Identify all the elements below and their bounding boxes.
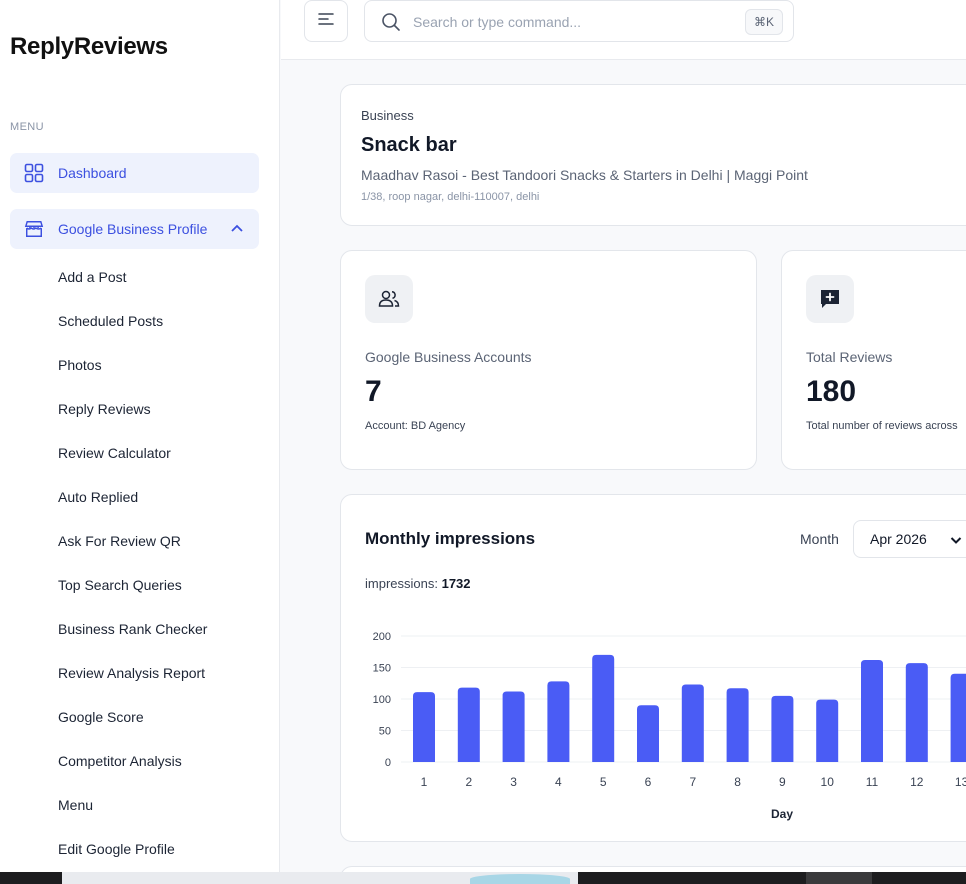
sidebar-subitem[interactable]: Business Rank Checker <box>58 612 207 656</box>
business-address: 1/38, roop nagar, delhi-110007, delhi <box>361 191 540 203</box>
y-tick-label: 50 <box>379 726 391 738</box>
business-label: Business <box>361 108 414 123</box>
business-title: Maadhav Rasoi - Best Tandoori Snacks & S… <box>361 167 808 183</box>
month-label: Month <box>800 531 839 547</box>
sidebar-subitem[interactable]: Edit Google Profile <box>58 832 207 876</box>
chevron-up-icon <box>229 221 245 240</box>
sidebar-subitem[interactable]: Review Calculator <box>58 436 207 480</box>
sidebar-subitem[interactable]: Scheduled Posts <box>58 304 207 348</box>
gbp-submenu: Add a Post Scheduled Posts Photos Reply … <box>58 260 207 876</box>
x-tick-label: 11 <box>866 775 879 789</box>
chevron-down-icon <box>949 533 963 550</box>
bar-day-7[interactable] <box>681 684 704 762</box>
bar-day-4[interactable] <box>547 681 570 762</box>
comment-plus-icon <box>806 275 854 323</box>
bar-day-5[interactable] <box>592 654 615 762</box>
y-tick-label: 200 <box>373 631 391 643</box>
chart-title: Monthly impressions <box>365 529 536 548</box>
menu-section-label: MENU <box>10 121 44 133</box>
x-tick-label: 9 <box>779 775 786 789</box>
bar-day-10[interactable] <box>816 699 839 762</box>
search-input[interactable] <box>413 11 733 33</box>
bar-day-3[interactable] <box>502 691 525 762</box>
bar-day-2[interactable] <box>457 687 480 762</box>
sidebar: ReplyReviews MENU Dashboard Google Busin… <box>0 0 280 872</box>
app-logo[interactable]: ReplyReviews <box>10 33 168 61</box>
y-tick-label: 150 <box>373 663 391 675</box>
shortcut-badge: ⌘K <box>745 9 783 35</box>
grid-icon <box>24 163 44 183</box>
x-tick-label: 7 <box>689 775 696 789</box>
accounts-value: 7 <box>365 375 382 408</box>
bar-day-11[interactable] <box>861 659 883 762</box>
accounts-label: Google Business Accounts <box>365 349 532 365</box>
top-bar: ⌘K <box>281 0 966 60</box>
search-icon <box>381 12 401 37</box>
x-tick-label: 10 <box>821 775 835 789</box>
store-icon <box>24 219 44 239</box>
y-tick-label: 0 <box>385 757 391 769</box>
x-tick-label: 4 <box>555 775 562 789</box>
sidebar-subitem[interactable]: Photos <box>58 348 207 392</box>
x-tick-label: 8 <box>734 775 741 789</box>
impressions-value: 1732 <box>441 576 471 591</box>
reviews-stat-card: Total Reviews 180 Total number of review… <box>781 250 966 470</box>
bar-day-6[interactable] <box>637 705 659 762</box>
monthly-impressions-card: 0 50 100 150 200 1 2 3 4 5 6 7 8 9 10 11 12 13 Day Monthly… <box>340 494 966 842</box>
taskbar-thumbnail <box>470 874 570 884</box>
sidebar-subitem[interactable]: Top Search Queries <box>58 568 207 612</box>
bar-day-8[interactable] <box>726 688 749 762</box>
reviews-label: Total Reviews <box>806 349 893 365</box>
sidebar-item-google-business-profile[interactable]: Google Business Profile <box>10 209 259 249</box>
sidebar-item-dashboard[interactable]: Dashboard <box>10 153 259 193</box>
menu-icon <box>317 12 335 31</box>
users-icon <box>365 275 413 323</box>
sidebar-subitem[interactable]: Google Score <box>58 700 207 744</box>
x-tick-label: 6 <box>645 775 652 789</box>
x-tick-label: 1 <box>421 775 428 789</box>
sidebar-subitem[interactable]: Menu <box>58 788 207 832</box>
sidebar-subitem[interactable]: Review Analysis Report <box>58 656 207 700</box>
reviews-value: 180 <box>806 375 857 408</box>
sidebar-subitem[interactable]: Competitor Analysis <box>58 744 207 788</box>
x-axis-label: Day <box>771 807 793 821</box>
sidebar-item-label: Dashboard <box>58 165 127 181</box>
sidebar-subitem[interactable]: Ask For Review QR <box>58 524 207 568</box>
sidebar-subitem[interactable]: Auto Replied <box>58 480 207 524</box>
search-bar: ⌘K <box>364 0 794 42</box>
impressions-label: impressions: <box>365 576 438 591</box>
x-tick-label: 2 <box>465 775 472 789</box>
business-card: Business Snack bar Maadhav Rasoi - Best … <box>340 84 966 226</box>
month-select[interactable]: Apr 2026 <box>853 520 966 558</box>
sidebar-subitem[interactable]: Reply Reviews <box>58 392 207 436</box>
x-tick-label: 5 <box>600 775 607 789</box>
y-tick-label: 100 <box>373 694 391 706</box>
x-tick-label: 3 <box>510 775 517 789</box>
bar-day-13[interactable] <box>950 673 966 762</box>
menu-toggle-button[interactable] <box>304 0 348 42</box>
month-select-value: Apr 2026 <box>870 531 927 547</box>
bar-day-9[interactable] <box>771 695 794 762</box>
accounts-stat-card: Google Business Accounts 7 Account: BD A… <box>340 250 757 470</box>
bar-day-12[interactable] <box>905 663 928 762</box>
x-tick-label: 13 <box>955 775 966 789</box>
taskbar-window <box>806 872 872 884</box>
bar-day-1[interactable] <box>413 692 435 762</box>
sidebar-item-label: Google Business Profile <box>58 221 208 237</box>
reviews-subtext: Total number of reviews across <box>806 420 958 432</box>
accounts-subtext: Account: BD Agency <box>365 420 466 432</box>
business-name: Snack bar <box>361 134 457 156</box>
x-tick-label: 12 <box>910 775 924 789</box>
impressions-total: impressions: 1732 <box>365 576 471 591</box>
sidebar-subitem[interactable]: Add a Post <box>58 260 207 304</box>
